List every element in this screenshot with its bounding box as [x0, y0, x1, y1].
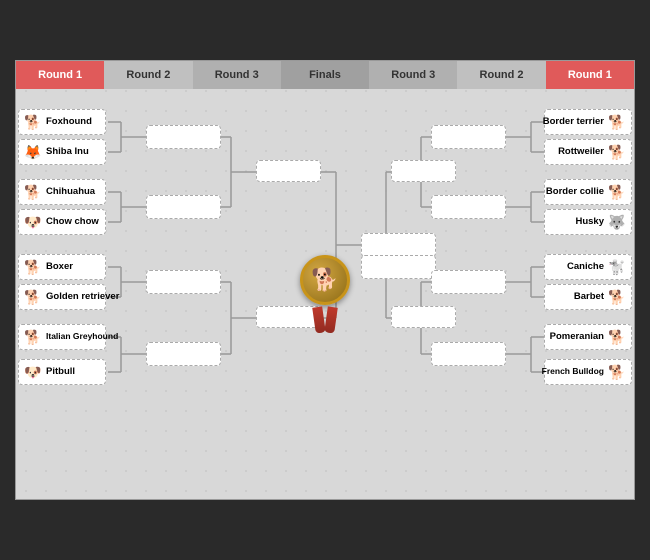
- header-round3-right: Round 3: [369, 61, 457, 89]
- slot-french-bulldog[interactable]: 🐕 French Bulldog: [544, 359, 632, 385]
- slot-r2-left-1[interactable]: [146, 125, 221, 149]
- dog-label-boxer: Boxer: [46, 262, 73, 272]
- slot-golden-retriever[interactable]: 🐕 Golden retriever: [18, 284, 106, 310]
- slot-border-collie[interactable]: 🐕 Border collie: [544, 179, 632, 205]
- dog-img-italian-greyhound: 🐕: [23, 327, 43, 347]
- slot-r2-right-4[interactable]: [431, 342, 506, 366]
- slot-r2-left-3[interactable]: [146, 270, 221, 294]
- slot-finals-right[interactable]: [361, 255, 436, 279]
- dog-img-golden-retriever: 🐕: [23, 287, 43, 307]
- dog-label-golden-retriever: Golden retriever: [46, 292, 119, 302]
- dog-img-caniche: 🐩: [607, 257, 627, 277]
- slot-italian-greyhound[interactable]: 🐕 Italian Greyhound: [18, 324, 106, 350]
- slot-r3-right-1[interactable]: [391, 160, 456, 182]
- dog-label-husky: Husky: [575, 217, 604, 227]
- dog-label-chihuahua: Chihuahua: [46, 187, 95, 197]
- header-round1-left: Round 1: [16, 61, 104, 89]
- dog-img-rottweiler: 🐕: [607, 142, 627, 162]
- dog-label-border-collie: Border collie: [546, 187, 604, 197]
- medal: 🐕: [300, 255, 350, 333]
- dog-img-chow-chow: 🐶: [23, 212, 43, 232]
- slot-pitbull[interactable]: 🐶 Pitbull: [18, 359, 106, 385]
- header-round1-right: Round 1: [546, 61, 634, 89]
- slot-r3-right-2[interactable]: [391, 306, 456, 328]
- dog-label-italian-greyhound: Italian Greyhound: [46, 332, 118, 341]
- header-round3-left: Round 3: [193, 61, 281, 89]
- dog-img-boxer: 🐕: [23, 257, 43, 277]
- dog-label-caniche: Caniche: [567, 262, 604, 272]
- header-row: Round 1 Round 2 Round 3 Finals Round 3 R…: [16, 61, 634, 89]
- header-finals: Finals: [281, 61, 369, 89]
- medal-ribbon-right: [324, 306, 338, 333]
- dog-label-pitbull: Pitbull: [46, 367, 75, 377]
- slot-border-terrier[interactable]: 🐕 Border terrier: [544, 109, 632, 135]
- dog-img-french-bulldog: 🐕: [607, 362, 627, 382]
- slot-r3-left-1[interactable]: [256, 160, 321, 182]
- dog-img-pitbull: 🐶: [23, 362, 43, 382]
- slot-r2-right-3[interactable]: [431, 270, 506, 294]
- slot-r2-right-1[interactable]: [431, 125, 506, 149]
- dog-img-pomeranian: 🐕: [607, 327, 627, 347]
- medal-circle: 🐕: [300, 255, 350, 305]
- slot-caniche[interactable]: 🐩 Caniche: [544, 254, 632, 280]
- dog-img-foxhound: 🐕: [23, 112, 43, 132]
- dog-img-shiba-inu: 🦊: [23, 142, 43, 162]
- dog-img-husky: 🐺: [607, 212, 627, 232]
- slot-chihuahua[interactable]: 🐕 Chihuahua: [18, 179, 106, 205]
- dog-label-chow-chow: Chow chow: [46, 217, 99, 227]
- slot-pomeranian[interactable]: 🐕 Pomeranian: [544, 324, 632, 350]
- dog-img-border-terrier: 🐕: [607, 112, 627, 132]
- slot-husky[interactable]: 🐺 Husky: [544, 209, 632, 235]
- header-round2-right: Round 2: [457, 61, 545, 89]
- dog-img-barbet: 🐕: [607, 287, 627, 307]
- dog-label-border-terrier: Border terrier: [543, 117, 604, 127]
- dog-label-rottweiler: Rottweiler: [558, 147, 604, 157]
- slot-rottweiler[interactable]: 🐕 Rottweiler: [544, 139, 632, 165]
- dog-img-border-collie: 🐕: [607, 182, 627, 202]
- dog-label-barbet: Barbet: [574, 292, 604, 302]
- slot-r2-right-2[interactable]: [431, 195, 506, 219]
- dog-label-shiba-inu: Shiba Inu: [46, 147, 89, 157]
- dog-label-french-bulldog: French Bulldog: [542, 367, 604, 376]
- slot-barbet[interactable]: 🐕 Barbet: [544, 284, 632, 310]
- dog-label-foxhound: Foxhound: [46, 117, 92, 127]
- slot-r2-left-2[interactable]: [146, 195, 221, 219]
- slot-r2-left-4[interactable]: [146, 342, 221, 366]
- slot-foxhound[interactable]: 🐕 Foxhound: [18, 109, 106, 135]
- slot-finals-left[interactable]: [361, 233, 436, 257]
- slot-boxer[interactable]: 🐕 Boxer: [18, 254, 106, 280]
- slot-chow-chow[interactable]: 🐶 Chow chow: [18, 209, 106, 235]
- dog-img-chihuahua: 🐕: [23, 182, 43, 202]
- header-round2-left: Round 2: [104, 61, 192, 89]
- dog-label-pomeranian: Pomeranian: [550, 332, 604, 342]
- slot-shiba-inu[interactable]: 🦊 Shiba Inu: [18, 139, 106, 165]
- bracket-container: Round 1 Round 2 Round 3 Finals Round 3 R…: [15, 60, 635, 500]
